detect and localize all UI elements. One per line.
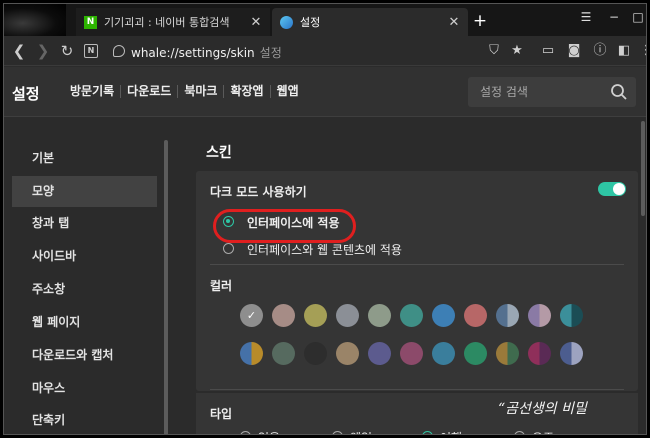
- watermark-text: “곰선생의 비밀: [498, 401, 587, 417]
- search-icon[interactable]: [610, 83, 628, 101]
- radio-type-travel[interactable]: [422, 431, 433, 434]
- close-icon[interactable]: ✕: [448, 15, 460, 30]
- color-swatch[interactable]: [528, 304, 551, 327]
- tab-title: 설정: [300, 16, 321, 29]
- shield-icon[interactable]: ⛉: [486, 43, 502, 59]
- info-icon[interactable]: ⓘ: [592, 43, 608, 59]
- reload-icon[interactable]: ↻: [56, 40, 78, 62]
- radio-type-none[interactable]: [240, 431, 251, 434]
- nav-webapps[interactable]: 웹앱: [271, 85, 305, 98]
- color-swatch[interactable]: [304, 304, 327, 327]
- search-input[interactable]: [468, 77, 608, 107]
- type-option-whale[interactable]: 웨일: [350, 429, 372, 434]
- color-swatch[interactable]: [368, 342, 391, 365]
- sidebar-item-sidebar[interactable]: 사이드바: [12, 241, 157, 272]
- back-icon[interactable]: ❮: [8, 40, 30, 62]
- skin-card: 다크 모드 사용하기 인터페이스에 적용 인터페이스와 웹 콘텐츠에 적용 컬러…: [196, 171, 638, 391]
- option-interface-web-label[interactable]: 인터페이스와 웹 콘텐츠에 적용: [247, 241, 402, 258]
- sidebar-item-download-capture[interactable]: 다운로드와 캡처: [12, 340, 157, 371]
- more-icon[interactable]: ⋮: [638, 43, 647, 59]
- type-label: 타입: [210, 407, 233, 421]
- tab-naver-search[interactable]: N 기기괴괴 : 네이버 통합검색 ✕: [76, 8, 270, 36]
- color-swatch[interactable]: [432, 342, 455, 365]
- color-swatch[interactable]: [304, 342, 327, 365]
- divider: [210, 389, 624, 390]
- sidebar-item-web-page[interactable]: 웹 페이지: [12, 307, 157, 338]
- dark-mode-label: 다크 모드 사용하기: [210, 185, 307, 199]
- settings-search: [468, 77, 636, 107]
- sidebar-item-windows-tabs[interactable]: 창과 탭: [12, 208, 157, 239]
- settings-top-nav: 방문기록 다운로드 북마크 확장앱 웹앱: [64, 85, 305, 98]
- toggle-knob: [613, 183, 625, 195]
- bookmark-star-icon[interactable]: ★: [509, 43, 525, 59]
- tab-title: 기기괴괴 : 네이버 통합검색: [104, 16, 230, 29]
- url-field[interactable]: whale://settings/skin 설정: [131, 44, 282, 61]
- new-tab-button[interactable]: +: [469, 10, 491, 32]
- sidebar-toggle-icon[interactable]: ◧: [616, 43, 632, 59]
- color-swatch[interactable]: [528, 342, 551, 365]
- radio-type-space[interactable]: [514, 431, 525, 434]
- camera-icon[interactable]: ◙: [566, 43, 582, 59]
- color-swatch[interactable]: [464, 304, 487, 327]
- dark-mode-toggle[interactable]: [598, 182, 626, 196]
- maximize-icon[interactable]: □: [625, 6, 646, 28]
- sidebar-scrollbar[interactable]: [164, 140, 168, 434]
- naver-home-icon[interactable]: N: [84, 44, 98, 58]
- sidebar-item-appearance[interactable]: 모양: [12, 176, 157, 207]
- highlight-circle: [213, 209, 356, 243]
- color-swatch[interactable]: [496, 304, 519, 327]
- color-swatch[interactable]: [272, 304, 295, 327]
- color-swatch[interactable]: [464, 342, 487, 365]
- type-option-travel[interactable]: 여행: [440, 429, 462, 434]
- content-scrollbar[interactable]: [641, 121, 645, 216]
- color-swatch[interactable]: [432, 304, 455, 327]
- color-swatch[interactable]: [240, 342, 263, 365]
- type-option-space[interactable]: 우주: [532, 429, 554, 434]
- address-bar: ❮ ❯ ↻ N whale://settings/skin 설정 ⛉ ★ ▭ ◙ …: [4, 36, 647, 66]
- settings-header: 설정 방문기록 다운로드 북마크 확장앱 웹앱: [4, 67, 646, 117]
- radio-type-whale[interactable]: [332, 431, 343, 434]
- sidebar-item-basic[interactable]: 기본: [12, 143, 157, 174]
- color-swatch[interactable]: [336, 342, 359, 365]
- sidebar-item-shortcuts[interactable]: 단축키: [12, 405, 157, 434]
- color-swatch[interactable]: [496, 342, 519, 365]
- color-swatch[interactable]: [336, 304, 359, 327]
- color-swatch[interactable]: [400, 342, 423, 365]
- color-swatch[interactable]: [368, 304, 391, 327]
- menu-icon[interactable]: ☰: [573, 6, 599, 28]
- color-swatch[interactable]: [400, 304, 423, 327]
- browser-window: N 기기괴괴 : 네이버 통합검색 ✕ 설정 ✕ + ☰ − □ ❮ ❯ ↻ N…: [3, 3, 647, 435]
- url-text: whale://settings/skin: [131, 46, 255, 60]
- type-option-none[interactable]: 없음: [258, 429, 280, 434]
- naver-n-icon: N: [84, 15, 97, 29]
- radio-interface-web[interactable]: [223, 243, 234, 254]
- nav-bookmarks[interactable]: 북마크: [178, 85, 225, 98]
- whale-icon: [280, 15, 293, 29]
- color-swatch[interactable]: ✓: [240, 304, 263, 327]
- sidebar-item-mouse[interactable]: 마우스: [12, 373, 157, 404]
- video-icon[interactable]: ▭: [540, 43, 556, 59]
- minimize-icon[interactable]: −: [601, 6, 627, 28]
- forward-icon[interactable]: ❯: [32, 40, 54, 62]
- nav-history[interactable]: 방문기록: [64, 85, 122, 98]
- tab-settings[interactable]: 설정 ✕: [272, 8, 468, 36]
- nav-downloads[interactable]: 다운로드: [121, 85, 179, 98]
- color-swatch[interactable]: [560, 304, 583, 327]
- whale-page-icon: [113, 45, 125, 57]
- color-label: 컬러: [210, 279, 233, 293]
- settings-content: 스킨 다크 모드 사용하기 인터페이스에 적용 인터페이스와 웹 콘텐츠에 적용…: [186, 118, 646, 434]
- sidebar-item-address-bar[interactable]: 주소창: [12, 274, 157, 305]
- close-icon[interactable]: ✕: [250, 15, 262, 30]
- tab-bar: N 기기괴괴 : 네이버 통합검색 ✕ 설정 ✕ + ☰ − □: [4, 4, 646, 36]
- page-title: 설정: [12, 85, 40, 103]
- nav-extensions[interactable]: 확장앱: [224, 85, 271, 98]
- color-swatch[interactable]: [272, 342, 295, 365]
- settings-sidebar: 기본 모양 창과 탭 사이드바 주소창 웹 페이지 다운로드와 캡처 마우스 단…: [4, 118, 184, 434]
- url-suffix: 설정: [259, 46, 282, 60]
- color-swatch[interactable]: [560, 342, 583, 365]
- check-icon: ✓: [246, 309, 257, 322]
- section-title-skin: 스킨: [206, 145, 232, 161]
- divider: [210, 264, 624, 265]
- skin-corner-art: [4, 4, 66, 36]
